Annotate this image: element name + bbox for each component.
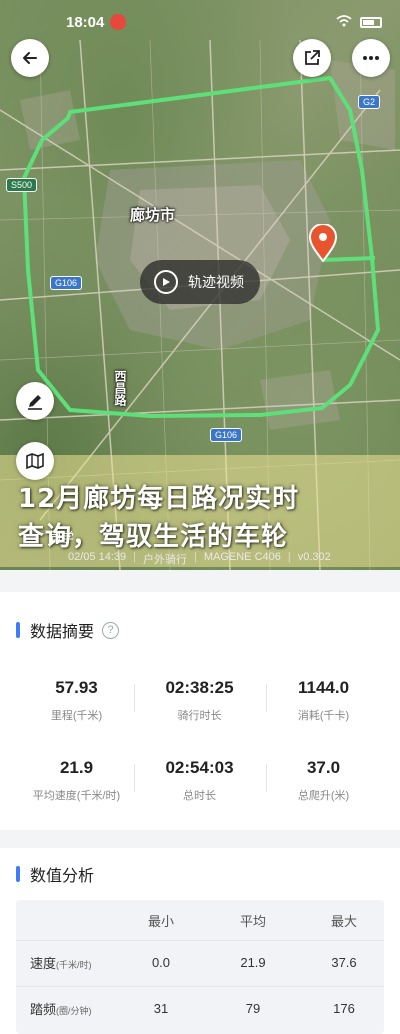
city-label: 廊坊市 xyxy=(130,207,176,224)
analysis-table: 最小 平均 最大 速度(千米/时) 0.0 21.9 37.6 踏频(圈/分钟)… xyxy=(16,900,384,1034)
share-button[interactable] xyxy=(293,39,331,77)
edit-icon xyxy=(28,395,42,410)
summary-title: 数据摘要 xyxy=(30,624,95,641)
notification-icon xyxy=(110,14,127,30)
track-video-button[interactable]: 轨迹视频 xyxy=(140,260,260,304)
activity-meta: 同学 02/05 14:39 | 户外骑行 | MAGENE C406 | v0… xyxy=(48,530,331,567)
help-icon[interactable]: ? xyxy=(102,621,120,639)
status-time: 18:04 xyxy=(66,13,105,31)
row-max: 37.6 xyxy=(331,954,357,970)
status-bar: 18:04 xyxy=(0,0,400,44)
map-layers-icon xyxy=(26,452,44,470)
stat-ride-time: 02:38:25 骑行时长 xyxy=(165,678,234,722)
value-analysis-card: 数值分析 最小 平均 最大 速度(千米/时) 0.0 21.9 37.6 踏频(… xyxy=(0,848,400,1034)
app-version: v0.302 xyxy=(297,551,331,563)
activity-type: 户外骑行 xyxy=(142,554,187,566)
battery-icon xyxy=(360,16,382,28)
meta-user: 同学 xyxy=(48,530,75,545)
street-label: 西昌路 xyxy=(113,370,127,406)
summary-header: 数据摘要 ? xyxy=(16,618,120,642)
road-tag: G2 xyxy=(358,95,381,109)
road-tag: G106 xyxy=(210,428,243,442)
back-button[interactable] xyxy=(11,39,49,77)
divider xyxy=(266,684,267,712)
map-layers-button[interactable] xyxy=(16,442,54,480)
table-row: 速度(千米/时) 0.0 21.9 37.6 xyxy=(16,942,384,982)
divider xyxy=(134,764,135,792)
share-icon xyxy=(305,50,320,65)
track-video-label: 轨迹视频 xyxy=(188,274,244,290)
row-avg: 21.9 xyxy=(240,954,266,970)
headline-line-1: 12月廊坊每日路况实时 xyxy=(18,484,300,514)
activity-date: 02/05 14:39 xyxy=(68,551,127,563)
row-avg: 79 xyxy=(245,1000,261,1016)
road-tag: G106 xyxy=(50,276,83,290)
divider xyxy=(266,764,267,792)
table-header-row: 最小 平均 最大 xyxy=(16,900,384,940)
device-name: MAGENE C406 xyxy=(203,551,281,563)
edit-button[interactable] xyxy=(16,382,54,420)
back-arrow-icon xyxy=(23,52,37,64)
stat-calories: 1144.0 消耗(千卡) xyxy=(297,678,350,722)
analysis-title: 数值分析 xyxy=(30,868,95,885)
stat-distance: 57.93 里程(千米) xyxy=(50,678,103,722)
play-icon xyxy=(154,270,178,294)
column-header: 最大 xyxy=(330,913,357,929)
status-icons xyxy=(336,14,382,30)
row-min: 0.0 xyxy=(151,954,171,970)
divider xyxy=(134,684,135,712)
data-summary-card: 数据摘要 ? 57.93 里程(千米) 02:38:25 骑行时长 1144.0… xyxy=(0,592,400,830)
column-header: 平均 xyxy=(239,913,266,929)
table-row: 踏频(圈/分钟) 31 79 176 xyxy=(16,988,384,1028)
more-button[interactable] xyxy=(352,39,390,77)
stat-total-time: 02:54:03 总时长 xyxy=(165,758,234,802)
stat-elevation: 37.0 总爬升(米) xyxy=(297,758,350,802)
row-max: 176 xyxy=(333,1000,355,1016)
more-icon xyxy=(363,56,379,60)
stat-avg-speed: 21.9 平均速度(千米/时) xyxy=(32,758,121,802)
column-header: 最小 xyxy=(147,913,174,929)
analysis-header: 数值分析 xyxy=(16,862,94,886)
wifi-icon xyxy=(336,14,352,30)
location-pin-icon xyxy=(308,224,338,262)
road-tag: S500 xyxy=(6,178,38,192)
row-min: 31 xyxy=(153,1000,169,1016)
